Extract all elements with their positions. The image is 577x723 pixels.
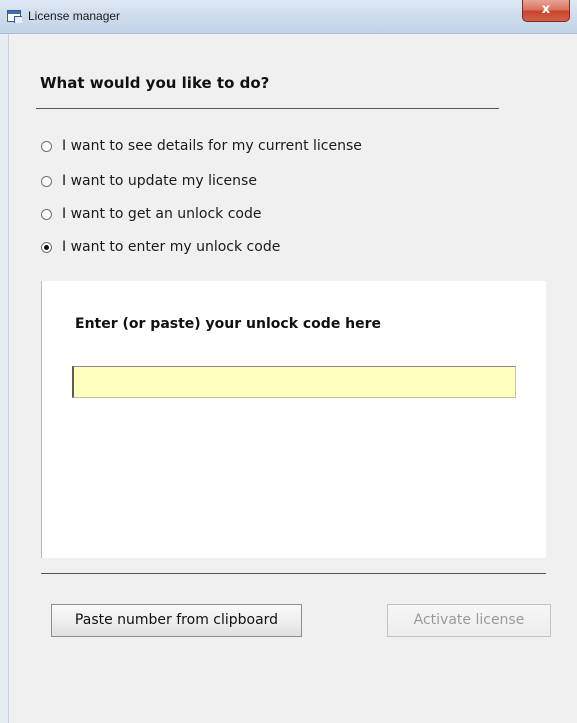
option-see-details[interactable]: I want to see details for my current lic…: [41, 136, 362, 156]
unlock-code-panel: Enter (or paste) your unlock code here: [41, 281, 546, 558]
unlock-code-input[interactable]: [72, 366, 516, 398]
option-update-license-label: I want to update my license: [62, 173, 257, 189]
activate-license-button[interactable]: Activate license: [387, 604, 551, 637]
paste-from-clipboard-button[interactable]: Paste number from clipboard: [51, 604, 302, 637]
unlock-code-label: Enter (or paste) your unlock code here: [75, 316, 382, 332]
heading-divider: [36, 108, 499, 109]
option-get-unlock-code-label: I want to get an unlock code: [62, 206, 262, 222]
app-window-icon: [7, 10, 22, 23]
radio-see-details[interactable]: [41, 140, 52, 152]
radio-enter-unlock-code[interactable]: [41, 241, 52, 253]
bottom-divider: [41, 573, 546, 574]
window-left-border: [0, 34, 9, 723]
option-see-details-label: I want to see details for my current lic…: [62, 138, 362, 154]
close-button[interactable]: x: [522, 0, 570, 22]
option-enter-unlock-code[interactable]: I want to enter my unlock code: [41, 237, 280, 257]
title-bar: License manager x: [0, 0, 577, 34]
option-enter-unlock-code-label: I want to enter my unlock code: [62, 239, 281, 255]
radio-update-license[interactable]: [41, 175, 52, 187]
window-title: License manager: [28, 9, 121, 23]
option-update-license[interactable]: I want to update my license: [41, 171, 257, 191]
page-heading: What would you like to do?: [40, 74, 270, 92]
option-get-unlock-code[interactable]: I want to get an unlock code: [41, 204, 262, 224]
radio-get-unlock-code[interactable]: [41, 208, 52, 220]
